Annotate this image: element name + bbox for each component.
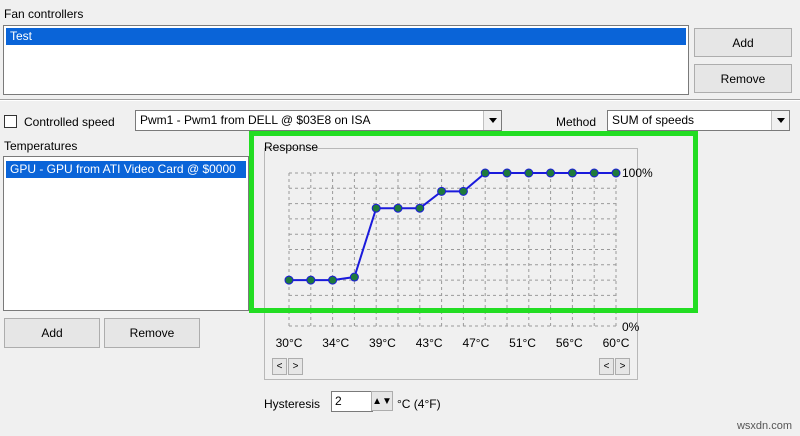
right-nav-next-button[interactable]: > — [615, 358, 630, 375]
x-tick-label: 43°C — [415, 336, 443, 350]
left-nav-next-button[interactable]: > — [288, 358, 303, 375]
right-nav-prev-button[interactable]: < — [599, 358, 614, 375]
left-nav-prev-button[interactable]: < — [272, 358, 287, 375]
x-tick-label: 30°C — [275, 336, 303, 350]
x-tick-label: 56°C — [555, 336, 583, 350]
x-tick-label: 51°C — [509, 336, 536, 350]
x-tick-label: 34°C — [322, 336, 350, 350]
highlight-frame — [249, 131, 698, 313]
x-tick-label: 39°C — [369, 336, 396, 350]
hysteresis-label: Hysteresis — [264, 397, 321, 411]
spin-arrows-icon: ▲▼ — [372, 395, 392, 407]
x-tick-label: 60°C — [602, 336, 630, 350]
watermark: wsxdn.com — [736, 420, 792, 432]
x-tick-label: 47°C — [462, 336, 490, 350]
hysteresis-unit: °C (4°F) — [397, 397, 441, 411]
hysteresis-spinner[interactable]: ▲▼ — [371, 391, 393, 411]
hysteresis-input[interactable]: 2 — [331, 391, 373, 412]
y-min-label: 0% — [622, 320, 640, 334]
